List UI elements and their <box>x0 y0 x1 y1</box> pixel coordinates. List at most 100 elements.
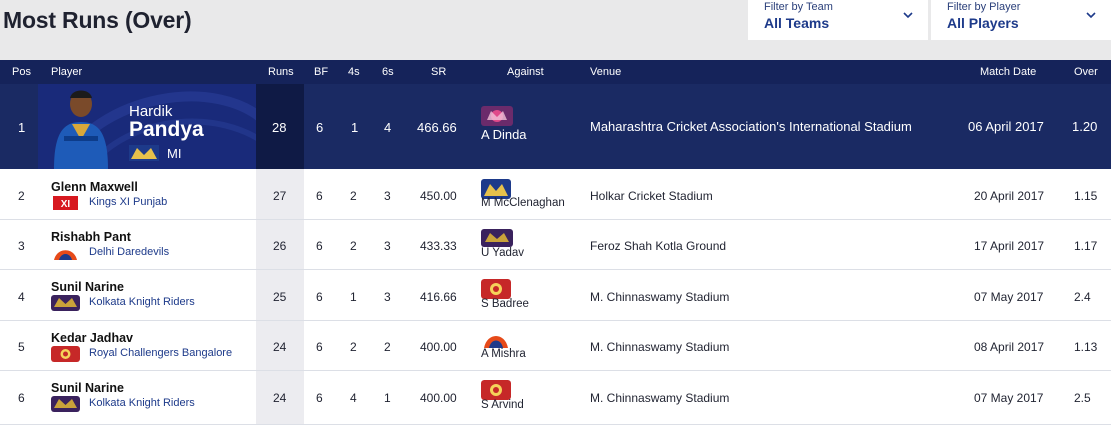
filter-by-player-dropdown[interactable]: Filter by Player All Players <box>931 0 1111 40</box>
filter-player-label: Filter by Player <box>947 1 1021 13</box>
row-venue: M. Chinnaswamy Stadium <box>590 290 730 304</box>
table-row[interactable]: 4 Sunil Narine Kolkata Knight Riders 25 … <box>0 270 1111 321</box>
filter-team-value: All Teams <box>764 15 830 31</box>
row-player[interactable]: Kedar Jadhav <box>51 331 133 345</box>
kxip-logo-icon: XI <box>51 195 80 211</box>
featured-4s: 1 <box>351 120 359 135</box>
col-over: Over <box>1074 66 1098 78</box>
row-player[interactable]: Rishabh Pant <box>51 230 131 244</box>
row-player[interactable]: Sunil Narine <box>51 381 124 395</box>
col-sr: SR <box>431 66 447 78</box>
featured-against[interactable]: A Dinda <box>481 127 527 142</box>
row-bf: 6 <box>316 340 323 354</box>
row-against[interactable]: S Arvind <box>481 399 524 411</box>
stats-table: Pos Player Runs BF 4s 6s SR Against Venu… <box>0 60 1111 84</box>
row-against[interactable]: A Mishra <box>481 348 526 360</box>
row-4s: 4 <box>350 391 357 405</box>
featured-6s: 4 <box>384 120 392 135</box>
col-venue: Venue <box>590 66 622 78</box>
row-against[interactable]: M McClenaghan <box>481 197 565 209</box>
row-team[interactable]: Kolkata Knight Riders <box>89 296 195 308</box>
featured-over: 1.20 <box>1072 119 1098 134</box>
table-row[interactable]: 5 Kedar Jadhav Royal Challengers Bangalo… <box>0 321 1111 371</box>
featured-row[interactable]: 1 Hardik Pandya MI 28 6 1 4 466.66 A Din… <box>0 84 1111 169</box>
player-avatar <box>54 90 108 169</box>
filter-team-label: Filter by Team <box>764 1 833 13</box>
table-header: Pos Player Runs BF 4s 6s SR Against Venu… <box>0 60 1111 84</box>
rcb-logo-icon <box>481 380 511 400</box>
row-pos: 6 <box>18 391 25 405</box>
col-4s: 4s <box>348 66 360 78</box>
row-over: 1.13 <box>1074 340 1098 354</box>
rps-logo-icon <box>481 106 513 126</box>
row-venue: Feroz Shah Kotla Ground <box>590 239 727 253</box>
col-match-date: Match Date <box>980 66 1037 78</box>
row-sr: 400.00 <box>420 391 457 405</box>
row-6s: 1 <box>384 391 391 405</box>
row-team[interactable]: Royal Challengers Bangalore <box>89 347 232 359</box>
col-runs: Runs <box>268 66 294 78</box>
row-4s: 2 <box>350 189 357 203</box>
row-sr: 400.00 <box>420 340 457 354</box>
row-over: 1.15 <box>1074 189 1098 203</box>
chevron-down-icon <box>903 12 913 19</box>
rcb-logo-icon <box>51 346 80 362</box>
col-against: Against <box>507 66 544 78</box>
row-team[interactable]: Kings XI Punjab <box>89 196 167 208</box>
svg-text:XI: XI <box>61 199 71 210</box>
row-runs: 24 <box>273 340 287 354</box>
row-bf: 6 <box>316 391 323 405</box>
row-runs: 25 <box>273 290 287 304</box>
rcb-logo-icon <box>481 279 511 299</box>
row-bf: 6 <box>316 290 323 304</box>
row-6s: 3 <box>384 189 391 203</box>
featured-venue: Maharashtra Cricket Association's Intern… <box>590 119 912 134</box>
row-sr: 450.00 <box>420 189 457 203</box>
filter-by-team-dropdown[interactable]: Filter by Team All Teams <box>748 0 928 40</box>
row-against[interactable]: U Yadav <box>481 247 524 259</box>
row-bf: 6 <box>316 239 323 253</box>
row-date: 07 May 2017 <box>974 290 1044 304</box>
row-4s: 1 <box>350 290 357 304</box>
mi-logo-icon <box>481 179 511 199</box>
col-pos: Pos <box>12 66 31 78</box>
row-date: 07 May 2017 <box>974 391 1044 405</box>
kkr-logo-icon <box>51 396 80 412</box>
featured-sr: 466.66 <box>417 120 457 135</box>
row-runs: 27 <box>273 189 287 203</box>
row-team[interactable]: Delhi Daredevils <box>89 246 169 258</box>
row-date: 08 April 2017 <box>974 340 1045 354</box>
row-against[interactable]: S Badree <box>481 298 529 310</box>
row-6s: 3 <box>384 290 391 304</box>
row-4s: 2 <box>350 239 357 253</box>
featured-runs: 28 <box>272 120 287 135</box>
chevron-down-icon <box>1086 12 1096 19</box>
col-6s: 6s <box>382 66 394 78</box>
table-row[interactable]: 3 Rishabh Pant Delhi Daredevils 26 6 2 3… <box>0 220 1111 270</box>
featured-team[interactable]: MI <box>167 146 181 161</box>
row-player[interactable]: Sunil Narine <box>51 280 124 294</box>
mi-logo-icon <box>129 145 159 161</box>
row-over: 2.5 <box>1074 391 1091 405</box>
row-venue: Holkar Cricket Stadium <box>590 189 713 203</box>
filter-player-value: All Players <box>947 15 1019 31</box>
featured-date: 06 April 2017 <box>968 119 1044 134</box>
featured-last-name[interactable]: Pandya <box>129 118 204 142</box>
table-row[interactable]: 2 Glenn Maxwell XI Kings XI Punjab 27 6 … <box>0 169 1111 220</box>
row-bf: 6 <box>316 189 323 203</box>
row-pos: 3 <box>18 239 25 253</box>
row-runs: 26 <box>273 239 287 253</box>
row-4s: 2 <box>350 340 357 354</box>
row-team[interactable]: Kolkata Knight Riders <box>89 397 195 409</box>
row-over: 1.17 <box>1074 239 1098 253</box>
row-over: 2.4 <box>1074 290 1091 304</box>
row-runs: 24 <box>273 391 287 405</box>
dd-logo-icon <box>51 245 80 261</box>
featured-pos: 1 <box>18 120 26 135</box>
dd-logo-icon <box>481 329 511 349</box>
row-player[interactable]: Glenn Maxwell <box>51 180 138 194</box>
kkr-logo-icon <box>481 229 513 247</box>
table-row[interactable]: 6 Sunil Narine Kolkata Knight Riders 24 … <box>0 371 1111 425</box>
row-pos: 5 <box>18 340 25 354</box>
featured-bf: 6 <box>316 120 324 135</box>
